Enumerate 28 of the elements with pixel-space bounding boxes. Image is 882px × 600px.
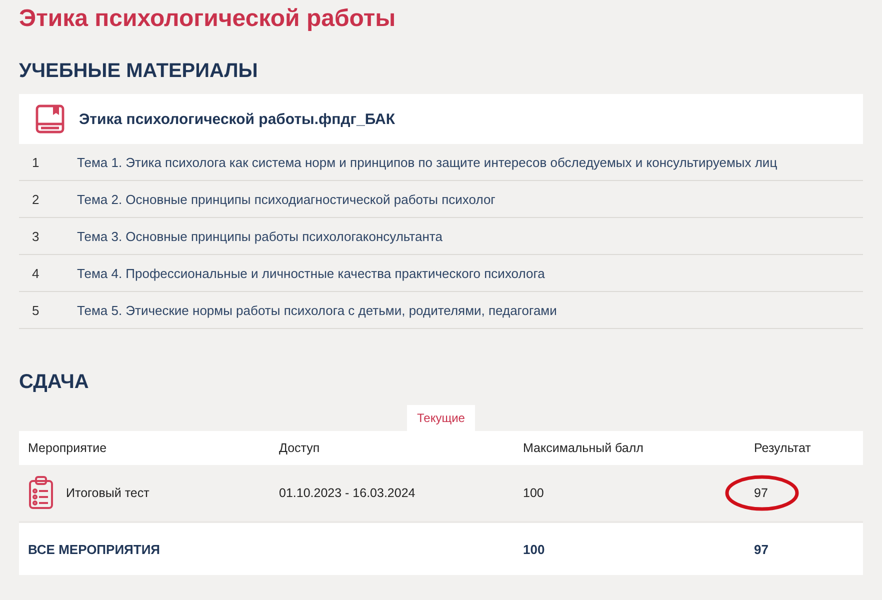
table-cell: 01.10.2023 - 16.03.2024 bbox=[279, 486, 416, 500]
clipboard-icon bbox=[28, 476, 54, 510]
topic-number: 3 bbox=[31, 228, 40, 244]
page-title: Этика психологической работы bbox=[19, 4, 397, 34]
column-header: Результат bbox=[754, 441, 811, 455]
topic-link[interactable]: Тема 5. Этические нормы работы психолога с детьми, родителями, педагогами bbox=[77, 302, 557, 318]
topic-link[interactable]: Тема 3. Основные принципы работы психологаконсультанта bbox=[77, 228, 442, 244]
table-cell: 100 bbox=[523, 542, 545, 556]
column-header: Доступ bbox=[279, 441, 320, 455]
topic-number: 5 bbox=[31, 302, 40, 318]
topic-number: 1 bbox=[31, 154, 40, 170]
topic-number: 2 bbox=[31, 192, 40, 206]
table-cell: 100 bbox=[523, 486, 544, 500]
topic-link[interactable]: Тема 1. Этика психолога как система норм и принципов по защите интересов обследуемых и консультируемых лиц bbox=[77, 154, 778, 170]
section-heading: СДАЧА bbox=[19, 370, 90, 395]
topic-link[interactable]: Тема 4. Профессиональные и личностные качества практического психолога bbox=[77, 266, 545, 280]
section-heading: УЧЕБНЫЕ МАТЕРИАЛЫ bbox=[19, 59, 259, 84]
column-header: Мероприятие bbox=[28, 441, 107, 455]
topic-number: 4 bbox=[31, 266, 40, 280]
book-icon bbox=[35, 104, 65, 134]
topic-link[interactable]: Тема 2. Основные принципы психодиагностической работы психолог bbox=[77, 192, 496, 206]
material-header[interactable]: Этика психологической работы.фпдг_БАК bbox=[19, 94, 863, 144]
table-cell: 97 bbox=[754, 486, 768, 500]
total-label: ВСЕ МЕРОПРИЯТИЯ bbox=[28, 542, 160, 556]
event-name[interactable]: Итоговый тест bbox=[66, 486, 150, 500]
column-header: Максимальный балл bbox=[523, 441, 644, 455]
table-cell: 97 bbox=[754, 542, 768, 556]
tab[interactable]: Текущие bbox=[407, 405, 475, 431]
